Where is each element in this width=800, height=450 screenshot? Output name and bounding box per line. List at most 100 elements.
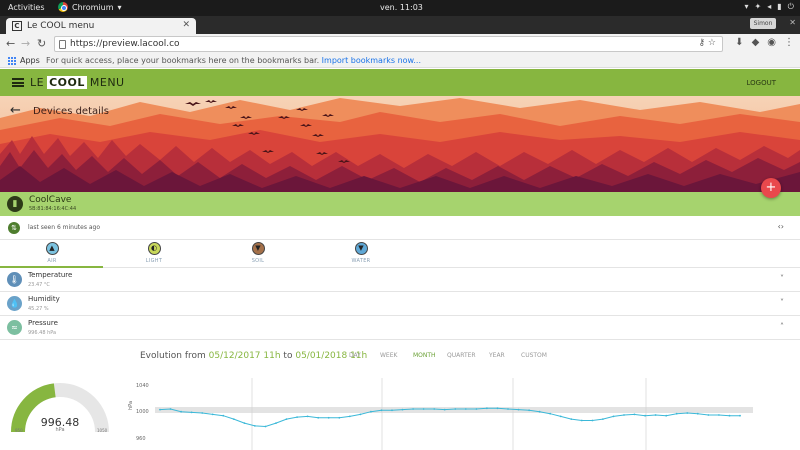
- data-point[interactable]: [370, 410, 372, 413]
- tab-soil[interactable]: ▼ SOIL: [228, 242, 288, 264]
- back-arrow-icon[interactable]: ←: [10, 103, 21, 118]
- system-clock[interactable]: ven. 11:03: [380, 3, 423, 12]
- data-point[interactable]: [306, 415, 309, 418]
- data-point[interactable]: [201, 412, 204, 414]
- data-point[interactable]: [275, 422, 277, 424]
- data-point[interactable]: [391, 409, 393, 412]
- range-day-button[interactable]: DAY: [349, 352, 361, 359]
- logout-button[interactable]: LOGOUT: [747, 79, 777, 87]
- apps-icon[interactable]: [8, 57, 16, 65]
- data-point[interactable]: [359, 413, 362, 416]
- download-icon[interactable]: ⬇: [735, 37, 743, 48]
- data-point[interactable]: [517, 408, 520, 411]
- tab-water[interactable]: ▼ WATER: [331, 242, 391, 264]
- data-point[interactable]: [348, 415, 351, 418]
- hamburger-menu-icon[interactable]: [12, 78, 24, 87]
- range-month-button[interactable]: MONTH: [413, 352, 436, 359]
- profile-button[interactable]: Simon: [750, 18, 776, 29]
- sensor-row-temperature[interactable]: 🌡 Temperature 23.47 °C ˅: [0, 268, 800, 292]
- range-quarter-button[interactable]: QUARTER: [447, 352, 476, 359]
- data-point[interactable]: [296, 416, 298, 418]
- key-icon[interactable]: ⚷ ☆: [698, 38, 716, 48]
- data-point[interactable]: [464, 408, 467, 410]
- data-point[interactable]: [633, 413, 636, 416]
- data-point[interactable]: [728, 414, 731, 417]
- data-point[interactable]: [654, 414, 657, 416]
- browser-tab[interactable]: C Le COOL menu ✕: [6, 18, 196, 34]
- evolution-from-date[interactable]: 05/12/2017 11h: [209, 351, 281, 361]
- data-point[interactable]: [591, 419, 594, 422]
- data-point[interactable]: [380, 409, 383, 412]
- data-point[interactable]: [169, 408, 172, 410]
- data-point[interactable]: [623, 414, 625, 416]
- shield-icon[interactable]: ◆: [752, 37, 760, 48]
- chevron-down-icon[interactable]: ˅: [780, 274, 784, 283]
- app-menu[interactable]: Chromium ▾: [58, 2, 122, 12]
- range-custom-button[interactable]: CUSTOM: [521, 352, 547, 359]
- data-point[interactable]: [538, 410, 541, 413]
- data-point[interactable]: [528, 409, 530, 412]
- add-button[interactable]: +: [761, 178, 781, 198]
- data-point[interactable]: [475, 408, 478, 410]
- data-point[interactable]: [665, 414, 668, 417]
- data-point[interactable]: [254, 425, 256, 427]
- data-point[interactable]: [686, 412, 689, 414]
- data-point[interactable]: [180, 410, 182, 413]
- sensor-row-pressure[interactable]: ≈ Pressure 996.48 hPa ˄: [0, 316, 800, 340]
- chevron-down-icon[interactable]: ˅: [780, 298, 784, 307]
- data-point[interactable]: [443, 408, 446, 411]
- data-point[interactable]: [338, 416, 341, 419]
- data-point[interactable]: [696, 412, 699, 415]
- forward-icon[interactable]: →: [21, 37, 30, 51]
- data-point[interactable]: [327, 416, 330, 419]
- tab-air[interactable]: ▲ AIR: [22, 242, 82, 264]
- system-tray[interactable]: ▾ ✦ ◂ ▮ ⏻: [745, 2, 794, 12]
- sensor-row-humidity[interactable]: 💧 Humidity 45.27 % ˅: [0, 292, 800, 316]
- extension-icon[interactable]: ◉: [767, 37, 776, 48]
- data-point[interactable]: [718, 414, 720, 416]
- data-point[interactable]: [422, 408, 425, 410]
- activities-button[interactable]: Activities: [8, 3, 45, 12]
- data-point[interactable]: [211, 413, 214, 416]
- data-point[interactable]: [644, 414, 646, 417]
- data-point[interactable]: [507, 408, 509, 410]
- data-point[interactable]: [243, 422, 246, 424]
- data-point[interactable]: [612, 415, 615, 418]
- data-point[interactable]: [675, 412, 678, 415]
- apps-link[interactable]: Apps: [20, 56, 40, 65]
- tab-light[interactable]: ◐ LIGHT: [124, 242, 184, 264]
- chevron-up-icon[interactable]: ˄: [780, 322, 784, 331]
- close-icon[interactable]: ✕: [182, 20, 190, 30]
- address-bar[interactable]: https://preview.lacool.co ⚷ ☆: [54, 36, 723, 52]
- data-point[interactable]: [559, 415, 562, 418]
- code-icon[interactable]: ‹›: [778, 222, 784, 231]
- reload-icon[interactable]: ↻: [37, 37, 46, 51]
- data-point[interactable]: [486, 407, 488, 410]
- data-point[interactable]: [433, 408, 436, 410]
- data-point[interactable]: [602, 418, 604, 420]
- data-point[interactable]: [412, 408, 414, 410]
- data-point[interactable]: [159, 408, 161, 411]
- range-year-button[interactable]: YEAR: [489, 352, 505, 359]
- pressure-line-chart[interactable]: [128, 378, 758, 450]
- data-point[interactable]: [190, 411, 193, 414]
- data-point[interactable]: [285, 418, 288, 420]
- window-close-icon[interactable]: ✕: [789, 18, 796, 27]
- menu-icon[interactable]: ⋮: [784, 37, 794, 48]
- data-point[interactable]: [496, 407, 499, 410]
- data-point[interactable]: [580, 419, 583, 422]
- app-logo[interactable]: LE COOL MENU: [30, 76, 125, 89]
- range-week-button[interactable]: WEEK: [380, 352, 397, 359]
- data-point[interactable]: [317, 416, 320, 419]
- data-point[interactable]: [739, 414, 741, 417]
- data-point[interactable]: [570, 418, 573, 420]
- data-point[interactable]: [549, 412, 552, 415]
- data-point[interactable]: [401, 408, 404, 411]
- data-point[interactable]: [264, 425, 267, 428]
- data-point[interactable]: [454, 408, 457, 410]
- data-point[interactable]: [222, 414, 225, 417]
- data-point[interactable]: [707, 414, 710, 416]
- back-icon[interactable]: ←: [6, 37, 15, 51]
- import-bookmarks-link[interactable]: Import bookmarks now...: [322, 56, 421, 65]
- data-point[interactable]: [232, 418, 235, 420]
